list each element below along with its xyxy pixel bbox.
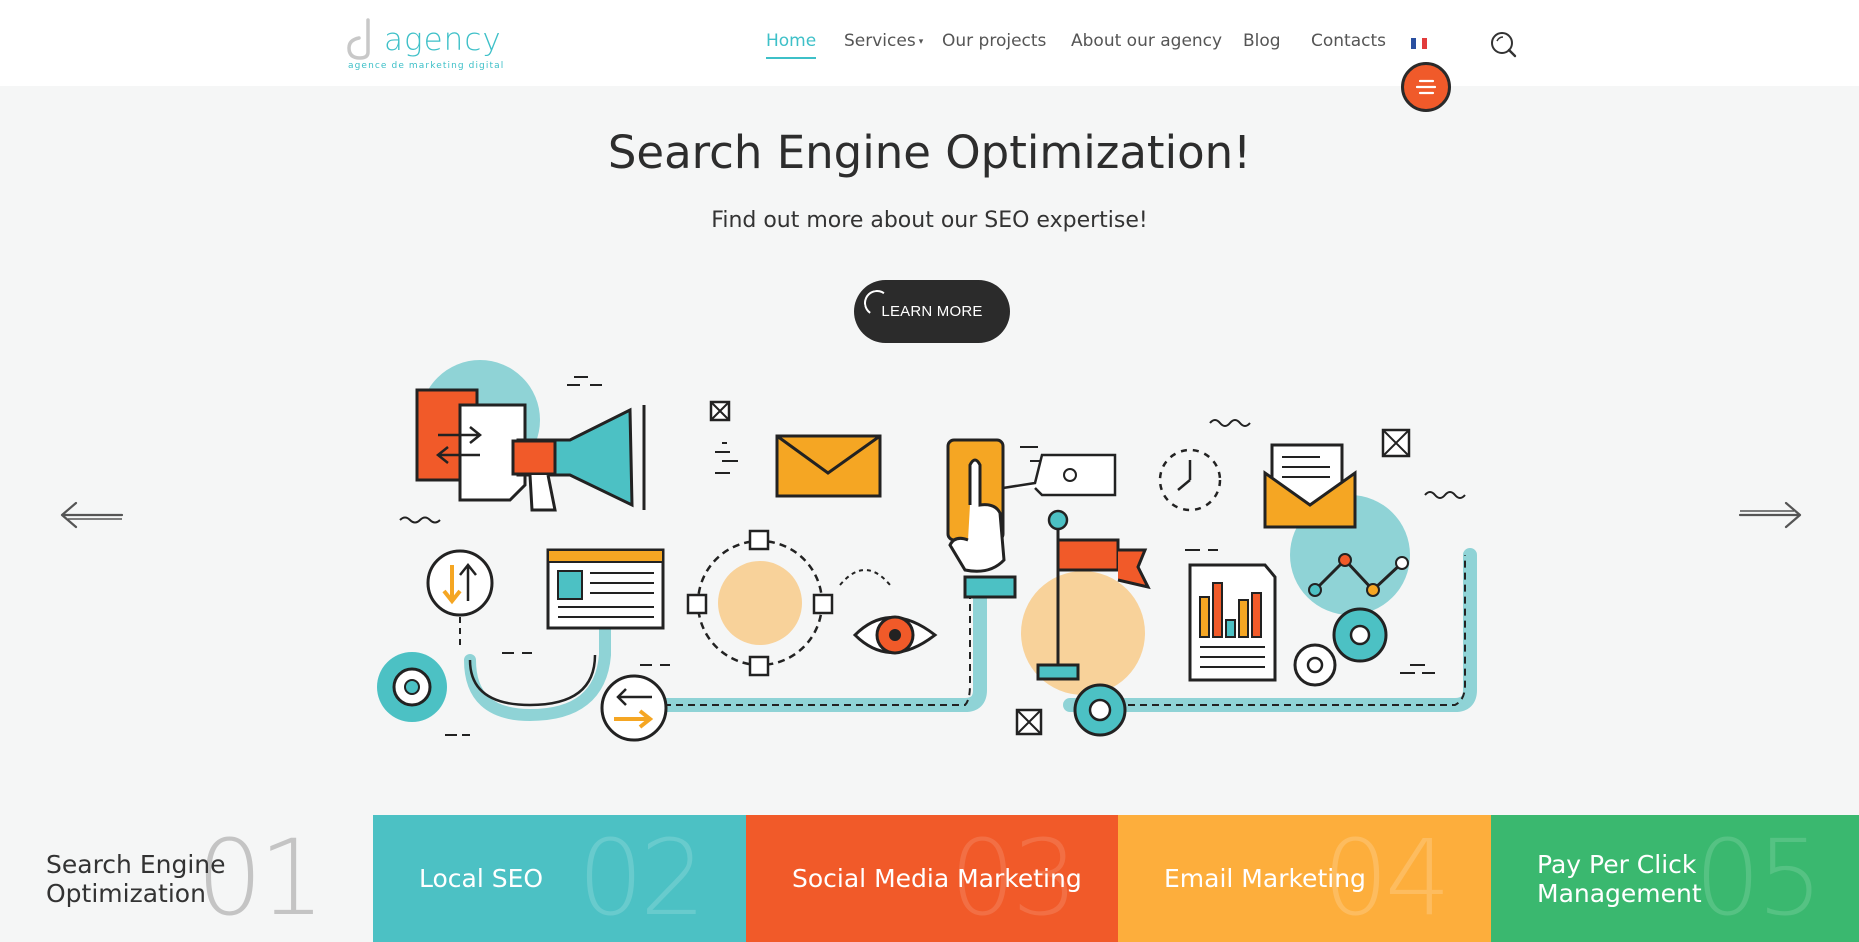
- tab-pay-per-click-management[interactable]: 05 Pay Per Click Management: [1491, 815, 1859, 942]
- search-icon[interactable]: [1489, 30, 1517, 58]
- tab-number: 02: [577, 817, 706, 939]
- arrow-right-icon[interactable]: [1738, 498, 1804, 532]
- chevron-down-icon: ▾: [918, 36, 924, 47]
- tab-email-marketing[interactable]: 04 Email Marketing: [1118, 815, 1491, 942]
- hero-title: Search Engine Optimization!: [607, 126, 1252, 179]
- hero-subtitle: Find out more about our SEO expertise!: [711, 208, 1148, 233]
- tab-label: Email Marketing: [1164, 864, 1366, 893]
- tab-label: Social Media Marketing: [792, 864, 1082, 893]
- site-header: agency agence de marketing digital Home …: [0, 0, 1859, 86]
- tab-label: Local SEO: [419, 864, 544, 893]
- french-flag-icon[interactable]: [1411, 38, 1427, 49]
- service-tabs: 01 Search Engine Optimization 02 Local S…: [0, 815, 1859, 942]
- tab-label: Search Engine Optimization: [46, 849, 226, 908]
- learn-more-button[interactable]: LEARN MORE: [854, 280, 1010, 343]
- logo-tagline: agence de marketing digital: [348, 61, 505, 71]
- learn-more-label: LEARN MORE: [881, 303, 983, 320]
- tab-label: Pay Per Click Management: [1537, 849, 1702, 908]
- nav-blog[interactable]: Blog: [1243, 31, 1281, 51]
- arrow-left-icon[interactable]: [58, 498, 124, 532]
- nav-about[interactable]: About our agency: [1071, 31, 1222, 51]
- seo-marketing-illustration: [377, 360, 1477, 742]
- tab-social-media-marketing[interactable]: 03 Social Media Marketing: [746, 815, 1118, 942]
- logo-mark-icon: [347, 18, 370, 60]
- nav-our-projects[interactable]: Our projects: [942, 31, 1046, 51]
- tab-search-engine-optimization[interactable]: 01 Search Engine Optimization: [0, 815, 373, 942]
- nav-services-label: Services: [844, 31, 916, 51]
- tab-number: 05: [1694, 817, 1823, 939]
- hamburger-menu-button[interactable]: [1401, 62, 1451, 112]
- hamburger-menu-icon: [1416, 79, 1436, 95]
- tab-local-seo[interactable]: 02 Local SEO: [373, 815, 746, 942]
- logo-wordmark: agency: [384, 22, 502, 58]
- nav-contacts[interactable]: Contacts: [1311, 31, 1386, 51]
- nav-services[interactable]: Services ▾: [844, 31, 923, 51]
- agency-logo[interactable]: agency agence de marketing digital: [346, 18, 506, 72]
- nav-home[interactable]: Home: [766, 31, 817, 59]
